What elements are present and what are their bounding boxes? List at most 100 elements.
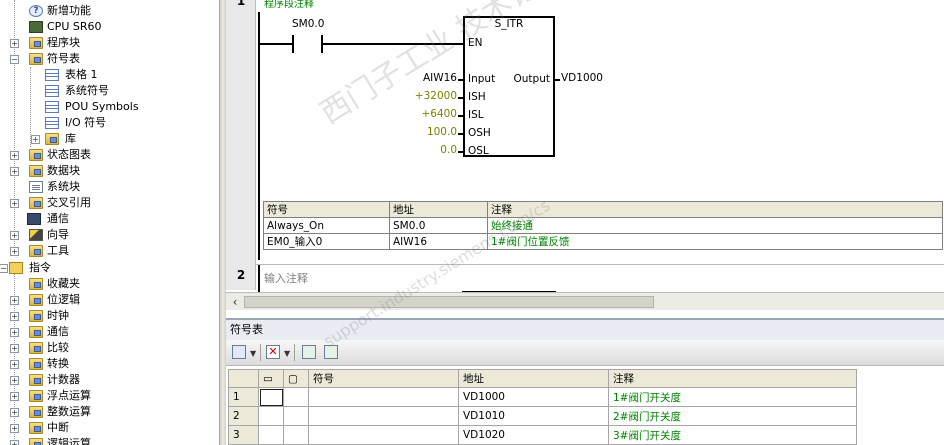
cell-flag[interactable] [258,425,284,445]
cell-comment[interactable]: 3#阀门开关度 [608,425,857,445]
cell-flag[interactable] [283,406,309,426]
rung-wire [323,43,463,45]
cell-flag[interactable] [258,406,284,426]
folder-icon [29,278,43,290]
pin-stub [458,97,463,99]
table-icon [45,117,59,129]
scrollbar-thumb[interactable] [244,296,654,308]
cell-symbol[interactable] [308,425,459,445]
collapse-minus-icon[interactable]: − [10,55,19,64]
contact-operand[interactable]: SM0.0 [292,18,324,30]
operand-isl[interactable]: +6400 [421,108,457,120]
expand-plus-icon[interactable]: + [31,135,40,144]
table-icon: ▭ [263,372,273,385]
cell-address: SM0.0 [389,217,488,234]
expand-plus-icon[interactable]: + [10,360,19,369]
table-icon [45,101,59,113]
toolbar-divider [294,344,295,361]
expand-plus-icon[interactable]: + [10,392,19,401]
collapse-minus-icon[interactable]: − [0,264,8,273]
expand-plus-icon[interactable]: + [10,312,19,321]
power-rail [258,265,260,292]
contact-left-bar [292,35,294,53]
network-number: 2 [236,268,246,282]
pin-en: EN [468,37,483,49]
pin-stub [458,79,463,81]
document-icon [29,181,43,193]
chevron-down-icon[interactable]: ▼ [250,349,256,358]
symbol-table-panel: 符号表 ▼ ✕ ▼ ▭ ▢ 符号 地址 注释 1 VD1000 1#阀门开关度 … [226,318,944,445]
cell-comment[interactable]: 2#阀门开关度 [608,406,857,426]
pin-stub [555,79,560,81]
cell-flag[interactable] [283,387,309,407]
scroll-left-icon[interactable]: ‹ [228,295,242,309]
insert-row-icon[interactable] [232,345,246,359]
operand-output[interactable]: VD1000 [561,72,603,84]
table-row[interactable]: 1 VD1000 1#阀门开关度 [228,387,857,407]
expand-plus-icon[interactable]: + [10,424,19,433]
folder-icon [29,326,43,338]
expand-plus-icon[interactable]: + [10,199,19,208]
expand-plus-icon[interactable]: + [10,328,19,337]
folder-icon [29,294,43,306]
cell-address[interactable]: VD1000 [458,387,609,407]
operand-osl[interactable]: 0.0 [440,144,457,156]
cell-flag[interactable] [258,387,284,407]
network-comment[interactable]: 输入注释 [264,270,308,286]
folder-icon [29,37,43,49]
operand-input[interactable]: AIW16 [423,72,457,84]
row-number: 3 [228,425,259,445]
unused-symbols-icon[interactable] [302,345,316,359]
cell-comment: 1#阀门位置反馈 [487,233,943,250]
clock-icon [29,310,43,322]
monitor-icon [27,213,41,225]
create-symbols-icon[interactable] [324,345,338,359]
chevron-down-icon[interactable]: ▼ [284,349,290,358]
cpu-icon [29,21,43,33]
folder-icon [29,245,43,257]
wand-icon [29,229,43,241]
col-header-symbol[interactable]: 符号 [308,369,459,388]
expand-plus-icon[interactable]: + [10,247,19,256]
col-header: 符号 [263,201,390,218]
folder-icon [29,422,43,434]
cell-comment: 始终接通 [487,217,943,234]
network-comment[interactable]: 程序段注释 [264,0,314,10]
cell-symbol[interactable] [308,387,459,407]
expand-plus-icon[interactable]: + [10,344,19,353]
folder-icon [45,133,59,145]
col-header-comment[interactable]: 注释 [608,369,857,388]
operand-ish[interactable]: +32000 [415,90,457,102]
delete-row-icon[interactable]: ✕ [266,345,280,359]
folder-icon [29,53,43,65]
pin-stub [458,151,463,153]
expand-plus-icon[interactable]: + [10,376,19,385]
cell-symbol: Always_On [263,217,390,234]
expand-plus-icon[interactable]: + [10,39,19,48]
expand-plus-icon[interactable]: + [10,231,19,240]
network-separator [256,264,944,265]
expand-plus-icon[interactable]: + [10,408,19,417]
cell-address[interactable]: VD1020 [458,425,609,445]
cell-flag[interactable] [283,425,309,445]
cell-comment[interactable]: 1#阀门开关度 [608,387,857,407]
horizontal-scrollbar[interactable]: ‹ [226,292,944,310]
table-row[interactable]: 3 VD1020 3#阀门开关度 [228,425,857,445]
operand-osh[interactable]: 100.0 [427,126,457,138]
cell-symbol[interactable] [308,406,459,426]
program-editor[interactable]: 1 程序段注释 SM0.0 S_ITR EN Input ISH ISL OSH… [226,0,944,310]
pin-input: Input [468,73,496,85]
expand-plus-icon[interactable]: + [10,440,19,445]
expand-plus-icon[interactable]: + [10,167,19,176]
cell-address[interactable]: VD1010 [458,406,609,426]
symbol-toolbar: ▼ ✕ ▼ [226,340,944,366]
project-tree[interactable]: ? 新增功能 CPU SR60 + 程序块 − 符号表 表格 1 系统符号 PO… [0,0,220,445]
network-gutter [226,0,256,290]
expand-plus-icon[interactable]: + [10,296,19,305]
expand-plus-icon[interactable]: + [10,151,19,160]
pin-osh: OSH [468,127,491,139]
s-itr-box[interactable]: S_ITR EN Input ISH ISL OSH OSL Output [463,16,555,157]
col-header-address[interactable]: 地址 [458,369,609,388]
folder-icon [29,406,43,418]
table-row[interactable]: 2 VD1010 2#阀门开关度 [228,406,857,426]
